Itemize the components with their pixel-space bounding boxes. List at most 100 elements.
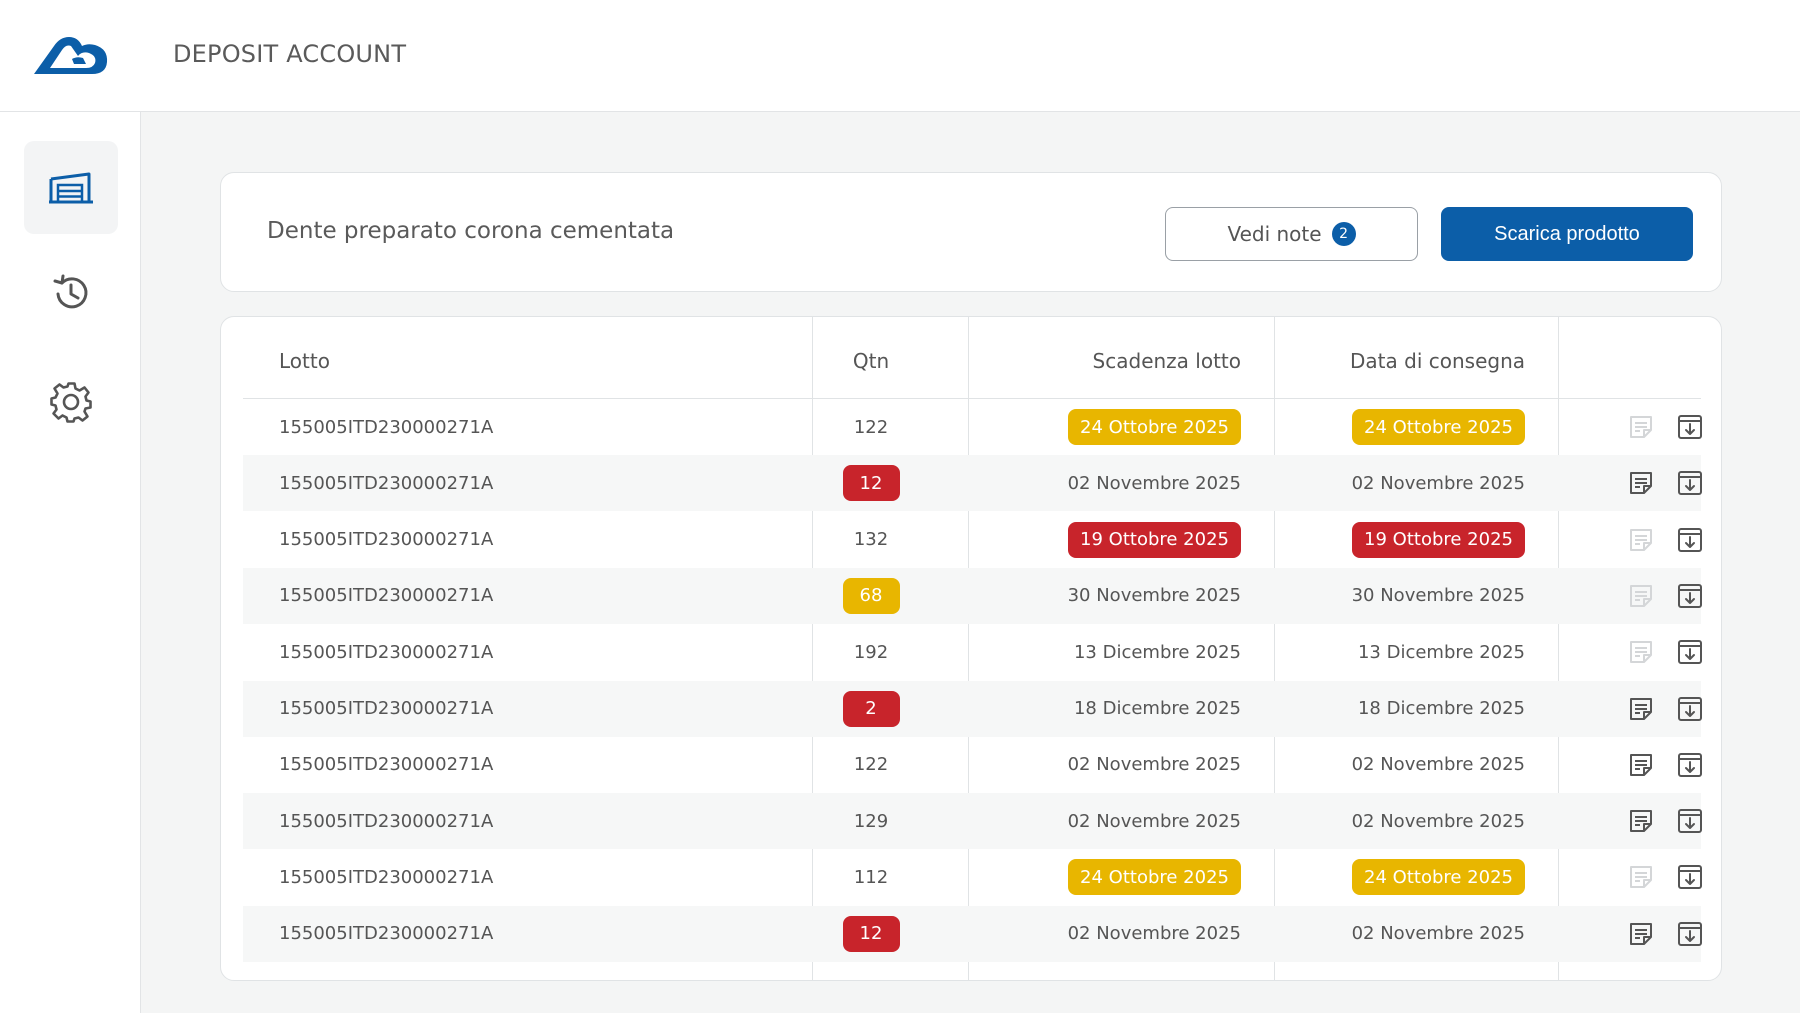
download-icon[interactable] (1676, 751, 1704, 779)
note-icon[interactable] (1627, 807, 1655, 835)
table-row[interactable]: 155005ITD230000271A 2 18 Dicembre 2025 18 D… (243, 680, 1704, 737)
header-qty[interactable]: Qtn (803, 349, 939, 373)
product-header-card: Dente preparato corona cementata Vedi no… (220, 172, 1722, 292)
view-notes-button[interactable]: Vedi note 2 (1165, 207, 1418, 261)
lot-value: 155005ITD230000271A (279, 529, 494, 551)
table-row[interactable]: 155005ITD230000271A 12 02 Novembre 2025 02 … (243, 455, 1704, 512)
qty-cell: 68 (803, 568, 939, 624)
app-title: DEPOSIT ACCOUNT (173, 40, 407, 68)
header-delivery[interactable]: Data di consegna (1243, 349, 1525, 373)
cloud-logo-icon[interactable] (32, 34, 110, 76)
delivery-value: 02 Novembre 2025 (1351, 810, 1525, 832)
note-icon (1627, 863, 1655, 891)
sidebar-item-settings[interactable] (24, 355, 118, 448)
expiry-cell: 13 Dicembre 2025 (959, 624, 1241, 680)
lot-value: 155005ITD230000271A (279, 698, 494, 719)
table-row[interactable]: 155005ITD230000271A 12 02 Novembre 2025 02 … (243, 905, 1704, 962)
download-icon[interactable] (1676, 413, 1704, 441)
top-bar: DEPOSIT ACCOUNT (0, 0, 1800, 112)
lot-cell: 155005ITD230000271A (279, 793, 493, 849)
delivery-cell: 02 Novembre 2025 (1243, 793, 1525, 849)
qty-status-badge: 12 (842, 915, 900, 952)
table-row[interactable]: 155005ITD230000271A 122 24 Ottobre 2025 24 … (243, 399, 1704, 455)
delivery-cell: 18 Dicembre 2025 (1243, 681, 1525, 737)
note-icon (1627, 413, 1655, 441)
table-row[interactable]: 155005ITD230000271A 68 30 Novembre 2025 30 … (243, 567, 1704, 624)
delivery-cell: 02 Novembre 2025 (1243, 737, 1525, 793)
view-notes-label: Vedi note (1227, 222, 1322, 246)
note-icon (1627, 582, 1655, 610)
download-icon[interactable] (1676, 582, 1704, 610)
qty-value: 129 (853, 810, 889, 832)
lot-cell: 155005ITD230000271A (279, 399, 493, 455)
qty-cell: 12 (803, 455, 939, 511)
note-icon[interactable] (1627, 695, 1655, 723)
download-icon[interactable] (1676, 863, 1704, 891)
delivery-value: 18 Dicembre 2025 (1357, 698, 1525, 719)
download-icon[interactable] (1676, 526, 1704, 554)
table-row[interactable]: 155005ITD230000271A 112 24 Ottobre 2025 24 … (243, 849, 1704, 905)
lots-table: Lotto Qtn Scadenza lotto Data di consegn… (220, 316, 1722, 981)
delivery-status-badge: 19 Ottobre 2025 (1352, 521, 1525, 558)
qty-cell: 122 (803, 737, 939, 793)
qty-status-badge: 2 (842, 690, 900, 727)
note-icon[interactable] (1627, 751, 1655, 779)
delivery-value: 02 Novembre 2025 (1351, 754, 1525, 776)
qty-cell: 12 (803, 906, 939, 962)
note-icon[interactable] (1627, 920, 1655, 948)
expiry-value: 02 Novembre 2025 (1067, 923, 1241, 945)
note-icon (1627, 638, 1655, 666)
expiry-status-badge: 24 Ottobre 2025 (1068, 859, 1241, 896)
sidebar (0, 112, 141, 1013)
header-expiry[interactable]: Scadenza lotto (959, 349, 1241, 373)
lot-cell: 155005ITD230000271A (279, 737, 493, 793)
expiry-cell: 19 Ottobre 2025 (959, 512, 1241, 568)
qty-cell: 192 (803, 624, 939, 680)
sidebar-item-history[interactable] (24, 246, 118, 339)
download-product-button[interactable]: Scarica prodotto (1441, 207, 1693, 261)
delivery-status-badge: 24 Ottobre 2025 (1352, 859, 1525, 896)
qty-value: 112 (853, 866, 889, 888)
lot-value: 155005ITD230000271A (279, 754, 494, 776)
expiry-cell: 02 Novembre 2025 (959, 793, 1241, 849)
delivery-cell: 30 Novembre 2025 (1243, 568, 1525, 624)
download-icon[interactable] (1676, 807, 1704, 835)
note-icon (1627, 526, 1655, 554)
table-row[interactable]: 155005ITD230000271A 122 02 Novembre 2025 02… (243, 737, 1704, 793)
lot-cell: 155005ITD230000271A (279, 906, 493, 962)
lot-cell: 155005ITD230000271A (279, 455, 493, 511)
gear-icon (50, 381, 92, 423)
delivery-cell: 02 Novembre 2025 (1243, 455, 1525, 511)
table-row[interactable]: 155005ITD230000271A 129 02 Novembre 2025 02… (243, 793, 1704, 850)
expiry-cell: 30 Novembre 2025 (959, 568, 1241, 624)
expiry-cell: 24 Ottobre 2025 (959, 849, 1241, 905)
qty-cell: 2 (803, 681, 939, 737)
delivery-cell: 24 Ottobre 2025 (1243, 849, 1525, 905)
header-lot[interactable]: Lotto (279, 349, 330, 373)
download-icon[interactable] (1676, 469, 1704, 497)
expiry-cell: 18 Dicembre 2025 (959, 681, 1241, 737)
product-title: Dente preparato corona cementata (267, 218, 675, 244)
delivery-cell: 24 Ottobre 2025 (1243, 399, 1525, 455)
sidebar-item-warehouse[interactable] (24, 141, 118, 234)
download-icon[interactable] (1676, 695, 1704, 723)
qty-cell: 129 (803, 793, 939, 849)
download-icon[interactable] (1676, 638, 1704, 666)
expiry-value: 13 Dicembre 2025 (1073, 641, 1241, 663)
lot-value: 155005ITD230000271A (279, 472, 494, 494)
expiry-cell: 02 Novembre 2025 (959, 455, 1241, 511)
delivery-cell: 19 Ottobre 2025 (1243, 512, 1525, 568)
delivery-cell: 02 Novembre 2025 (1243, 906, 1525, 962)
delivery-cell: 13 Dicembre 2025 (1243, 624, 1525, 680)
qty-cell: 122 (803, 399, 939, 455)
table-row[interactable]: 155005ITD230000271A 192 13 Dicembre 2025 13… (243, 624, 1704, 680)
download-icon[interactable] (1676, 920, 1704, 948)
table-row[interactable]: 155005ITD230000271A 132 19 Ottobre 2025 19 … (243, 512, 1704, 568)
expiry-cell: 24 Ottobre 2025 (959, 399, 1241, 455)
qty-value: 122 (853, 416, 889, 438)
delivery-value: 30 Novembre 2025 (1351, 585, 1525, 607)
expiry-value: 02 Novembre 2025 (1067, 472, 1241, 494)
note-icon[interactable] (1627, 469, 1655, 497)
lot-cell: 155005ITD230000271A (279, 681, 493, 737)
lot-cell: 155005ITD230000271A (279, 568, 493, 624)
